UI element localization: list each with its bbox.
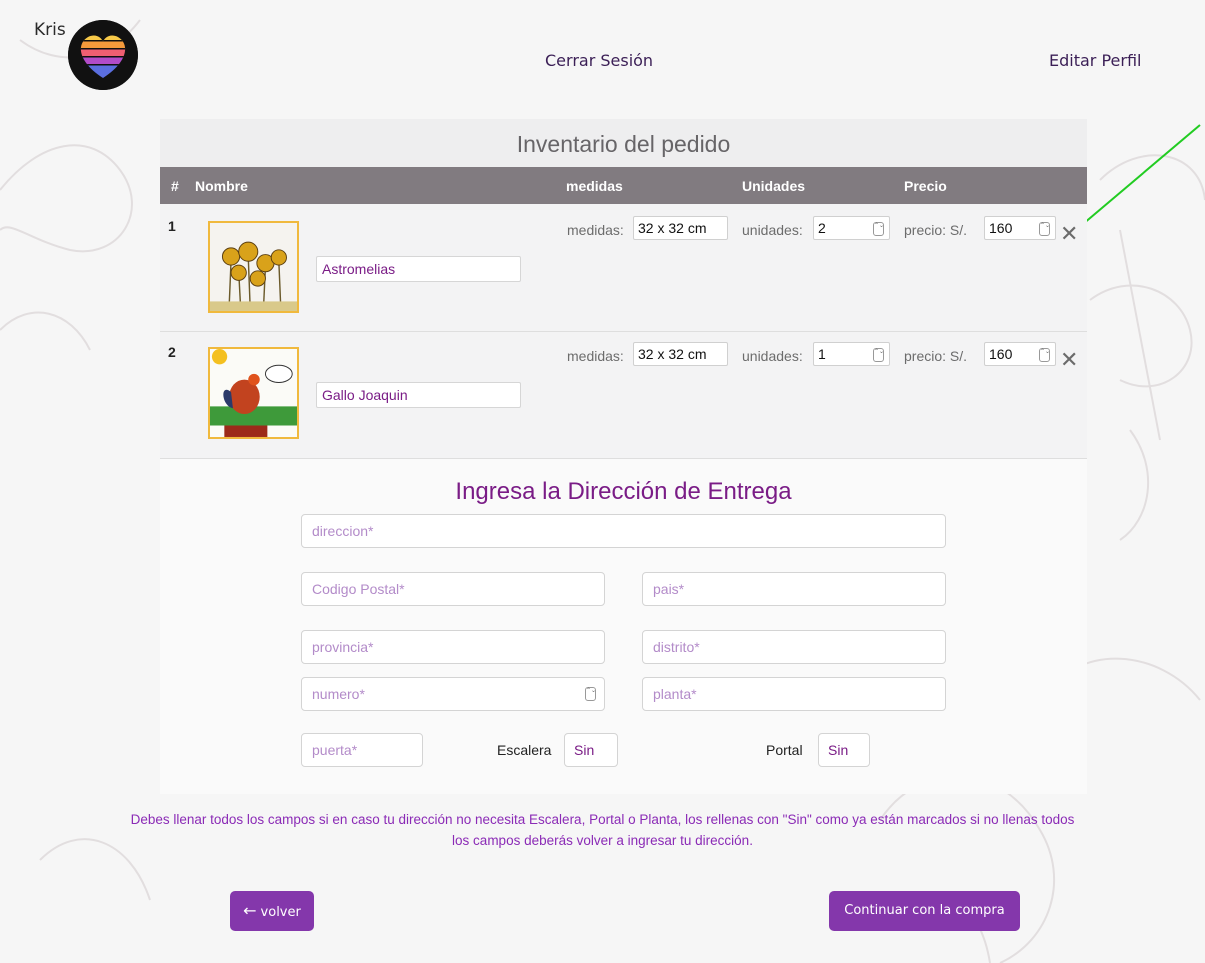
rooster-painting-icon [208, 347, 299, 439]
instructions-line: Debes llenar todos los campos si en caso… [130, 812, 1075, 827]
medidas-field[interactable]: 32 x 32 cm [633, 216, 728, 240]
planta-input[interactable]: planta* [642, 677, 946, 711]
flowers-painting-icon [208, 221, 299, 313]
row-divider [160, 458, 1087, 459]
stepper-arrows-icon[interactable]: ⌃⌄ [1039, 222, 1050, 236]
precio-value: 160 [989, 346, 1013, 362]
stepper-arrows-icon[interactable]: ⌃⌄ [1039, 348, 1050, 362]
edit-profile-link[interactable]: Editar Perfil [1049, 51, 1141, 70]
unidades-stepper[interactable]: 1 ⌃⌄ [813, 342, 890, 366]
column-header-medidas: medidas [566, 178, 623, 194]
precio-stepper[interactable]: 160 ⌃⌄ [984, 342, 1056, 366]
unidades-label: unidades: [742, 348, 803, 364]
unidades-value: 1 [818, 346, 826, 362]
codigo-postal-input[interactable]: Codigo Postal* [301, 572, 605, 606]
remove-item-icon[interactable]: ✕ [1060, 349, 1078, 371]
continue-purchase-button[interactable]: Continuar con la compra [829, 891, 1020, 931]
medidas-label: medidas: [567, 348, 624, 364]
medidas-label: medidas: [567, 222, 624, 238]
column-header-unidades: Unidades [742, 178, 806, 194]
escalera-label: Escalera [497, 742, 552, 758]
medidas-field[interactable]: 32 x 32 cm [633, 342, 728, 366]
table-header: # Nombre medidas Unidades Precio [160, 167, 1087, 204]
pais-input[interactable]: pais* [642, 572, 946, 606]
address-instructions: Debes llenar todos los campos si en caso… [0, 809, 1205, 851]
logout-link[interactable]: Cerrar Sesión [545, 51, 653, 70]
unidades-stepper[interactable]: 2 ⌃⌄ [813, 216, 890, 240]
back-button[interactable]: ← volver [230, 891, 314, 931]
stepper-arrows-icon[interactable]: ⌃⌄ [873, 348, 884, 362]
unidades-label: unidades: [742, 222, 803, 238]
address-form-title: Ingresa la Dirección de Entrega [455, 478, 792, 505]
escalera-input[interactable]: Sin [564, 733, 618, 767]
precio-label: precio: S/. [904, 348, 968, 364]
precio-stepper[interactable]: 160 ⌃⌄ [984, 216, 1056, 240]
user-name: Kris [34, 20, 66, 40]
back-button-label: volver [260, 905, 301, 920]
column-header-nombre: Nombre [195, 178, 248, 194]
portal-input[interactable]: Sin [818, 733, 870, 767]
stepper-arrows-icon[interactable]: ⌃⌄ [873, 222, 884, 236]
product-name-field[interactable]: Gallo Joaquin [316, 382, 521, 408]
precio-label: precio: S/. [904, 222, 968, 238]
unidades-value: 2 [818, 220, 826, 236]
portal-label: Portal [766, 742, 803, 758]
inventory-title: Inventario del pedido [160, 119, 1087, 167]
instructions-line: los campos deberás volver a ingresar tu … [452, 833, 753, 848]
direccion-input[interactable]: direccion* [301, 514, 946, 548]
stepper-arrows-icon[interactable]: ⌃⌄ [585, 687, 596, 701]
distrito-input[interactable]: distrito* [642, 630, 946, 664]
rainbow-heart-avatar-icon [67, 20, 138, 90]
puerta-input[interactable]: puerta* [301, 733, 423, 767]
arrow-left-icon: ← [243, 901, 257, 920]
numero-placeholder: numero* [312, 686, 365, 702]
numero-stepper[interactable]: numero* ⌃⌄ [301, 677, 605, 711]
row-number: 2 [168, 344, 176, 360]
provincia-input[interactable]: provincia* [301, 630, 605, 664]
remove-item-icon[interactable]: ✕ [1060, 223, 1078, 245]
column-header-number: # [171, 178, 179, 194]
column-header-precio: Precio [904, 178, 947, 194]
precio-value: 160 [989, 220, 1013, 236]
user-profile: Kris [34, 20, 138, 90]
row-number: 1 [168, 218, 176, 234]
product-name-field[interactable]: Astromelias [316, 256, 521, 282]
